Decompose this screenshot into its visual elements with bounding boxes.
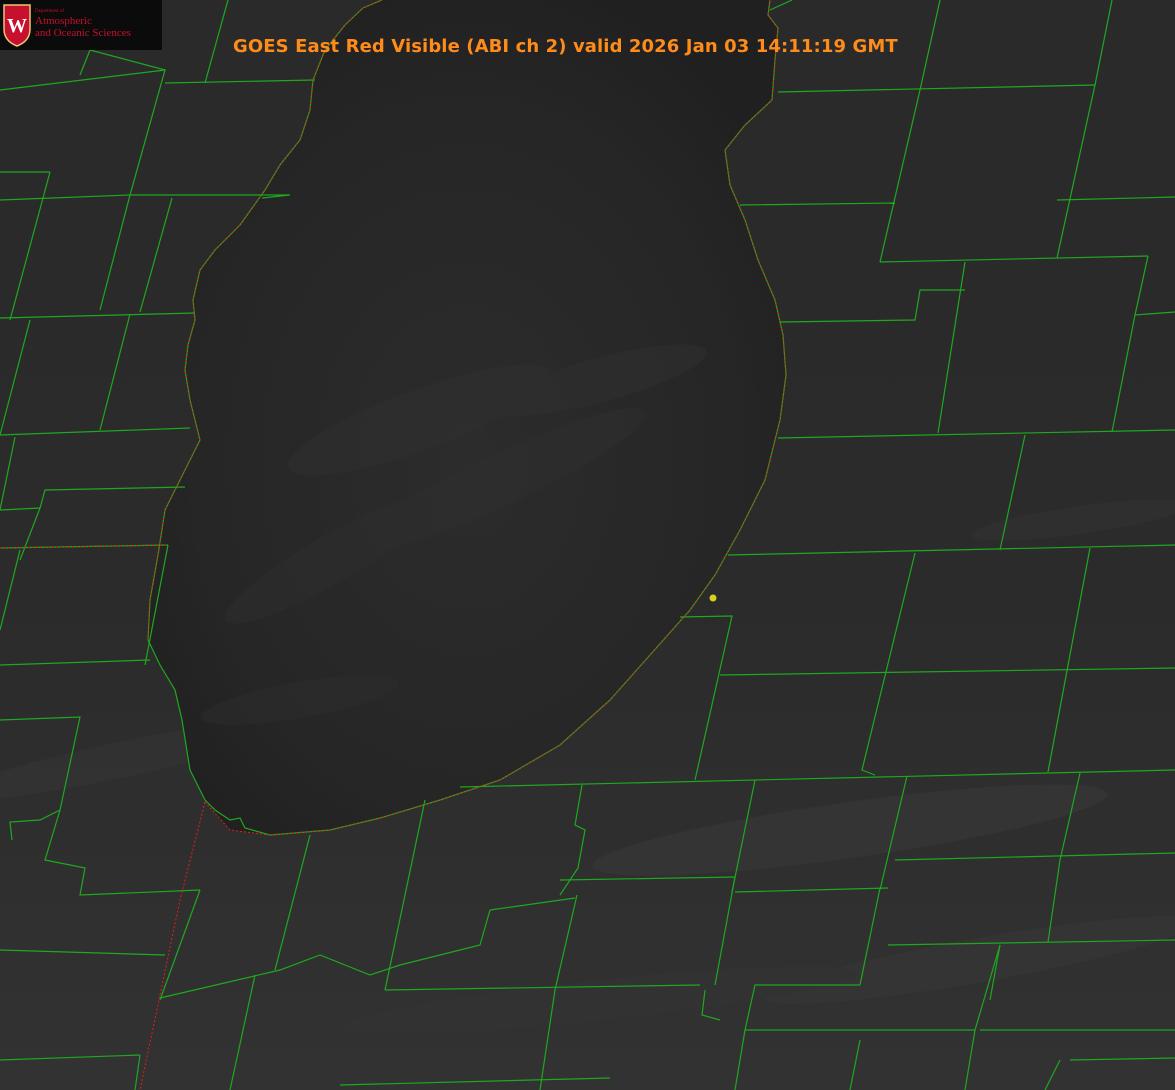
- map-viewer: W Department of Atmospheric and Oceanic …: [0, 0, 1175, 1090]
- university-seal-icon: W: [3, 4, 31, 47]
- seal-letter: W: [7, 15, 27, 37]
- image-title: GOES East Red Visible (ABI ch 2) valid 2…: [233, 36, 898, 57]
- location-marker: [709, 594, 717, 602]
- uw-aos-logo: W Department of Atmospheric and Oceanic …: [0, 0, 162, 50]
- logo-department-line: Department of: [35, 9, 65, 14]
- logo-name-line-1: Atmospheric: [35, 15, 92, 27]
- satellite-map: [0, 0, 1175, 1090]
- logo-name-line-2: and Oceanic Sciences: [35, 27, 131, 39]
